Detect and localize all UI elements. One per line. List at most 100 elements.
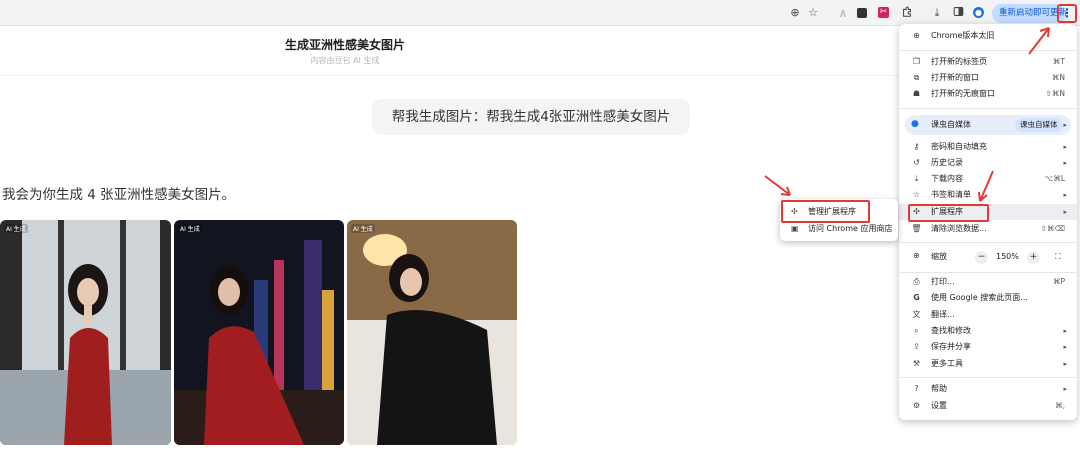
- menu-item-label: 设置: [931, 401, 947, 410]
- extension-c-icon[interactable]: ✂: [878, 7, 889, 18]
- star-icon: ☆: [912, 190, 921, 199]
- chevron-right-icon: ▸: [1063, 360, 1067, 368]
- shortcut-label: ⌥⌘L: [1044, 174, 1065, 183]
- menu-divider: [899, 377, 1077, 378]
- zoom-icon: ⊕: [913, 251, 920, 260]
- menu-item-passwords[interactable]: ⚷ 密码和自动填充 ▸: [899, 139, 1077, 155]
- menu-item-incognito[interactable]: ☗ 打开新的无痕窗口 ⇧⌘N: [899, 86, 1077, 102]
- info-icon: ⊕: [913, 31, 920, 40]
- ai-image-1[interactable]: AI 生成: [0, 220, 171, 445]
- history-icon: ↺: [913, 158, 920, 167]
- shortcut-label: ⌘N: [1051, 73, 1065, 82]
- chevron-right-icon: ▸: [1063, 121, 1067, 129]
- menu-item-settings[interactable]: ⚙ 设置 ⌘,: [899, 398, 1077, 414]
- menu-item-help[interactable]: ? 帮助 ▸: [899, 381, 1077, 397]
- shortcut-label: ⌘P: [1052, 277, 1065, 286]
- conversation-subtitle: 内容由豆包 AI 生成: [310, 56, 380, 65]
- ai-image-2[interactable]: AI 生成: [174, 220, 344, 445]
- chrome-menu-button[interactable]: ⋮: [1057, 4, 1077, 23]
- menu-item-label: 翻译...: [931, 310, 955, 319]
- menu-divider: [899, 108, 1077, 109]
- menu-item-translate[interactable]: 文 翻译...: [899, 307, 1077, 323]
- submenu-item-web-store[interactable]: ▣ 访问 Chrome 应用商店: [780, 221, 898, 237]
- submenu-item-label: 访问 Chrome 应用商店: [808, 224, 893, 233]
- menu-item-label: 清除浏览数据...: [931, 224, 987, 233]
- menu-item-find-edit[interactable]: ⌕ 查找和修改 ▸: [899, 323, 1077, 339]
- menu-item-label: 书签和清单: [931, 190, 971, 199]
- zoom-out-button[interactable]: −: [975, 251, 988, 264]
- bookmark-star-icon[interactable]: ☆: [806, 6, 820, 20]
- fullscreen-icon[interactable]: ⛶: [1055, 248, 1061, 266]
- web-store-icon: ▣: [791, 224, 799, 233]
- shortcut-label: ⌘,: [1055, 401, 1065, 410]
- ai-image-2-art: [174, 220, 344, 445]
- user-message-bubble: 帮我生成图片：帮我生成4张亚洲性感美女图片: [372, 99, 690, 135]
- extension-a-icon[interactable]: ∧: [836, 6, 850, 20]
- menu-item-profile[interactable]: ● 课虫自媒体 课虫自媒体 ▸: [905, 115, 1071, 135]
- conversation-title: 生成亚洲性感美女图片: [284, 38, 405, 52]
- arrow-to-menu-button: [1028, 27, 1050, 55]
- menu-item-new-window[interactable]: ⧉ 打开新的窗口 ⌘N: [899, 70, 1077, 86]
- extension-b-icon[interactable]: [857, 8, 867, 18]
- chevron-right-icon: ▸: [1063, 208, 1067, 216]
- download-icon: ⤓: [914, 174, 919, 183]
- zoom-icon[interactable]: ⊕: [788, 6, 802, 20]
- chrome-main-menu: ⊕ Chrome版本太旧 ❐ 打开新的标签页 ⌘T ⧉ 打开新的窗口 ⌘N ☗ …: [899, 24, 1077, 420]
- ai-image-3-art: [347, 220, 517, 445]
- help-icon: ?: [914, 384, 919, 393]
- shortcut-label: ⇧⌘N: [1045, 89, 1065, 98]
- printer-icon: ⎙: [913, 277, 920, 286]
- menu-item-more-tools[interactable]: ⚒ 更多工具 ▸: [899, 356, 1077, 372]
- menu-item-label: 保存并分享: [931, 342, 971, 351]
- new-tab-icon: ❐: [912, 57, 921, 66]
- download-icon[interactable]: ⤓: [930, 6, 944, 20]
- zoom-in-button[interactable]: +: [1027, 251, 1040, 264]
- trash-icon: 🗑: [911, 224, 922, 233]
- menu-item-label: 缩放: [931, 252, 947, 261]
- extensions-puzzle-icon[interactable]: [900, 6, 914, 20]
- menu-item-label: 打开新的标签页: [931, 57, 987, 66]
- menu-item-label: 打开新的窗口: [931, 73, 979, 82]
- ai-generated-tag: AI 生成: [351, 224, 375, 233]
- menu-item-label: 使用 Google 搜索此页面...: [931, 293, 1028, 302]
- browser-window: ⊕ ☆ ∧ ✂ ⤓ ● 重新启动即可更新 ⋮ 生成亚洲性感美女图片 内容由豆包 …: [0, 0, 1080, 450]
- google-g-icon: G: [913, 293, 920, 302]
- menu-item-label: Chrome版本太旧: [931, 31, 995, 40]
- menu-item-save-share[interactable]: ⇪ 保存并分享 ▸: [899, 339, 1077, 355]
- arrow-to-extensions: [978, 170, 994, 202]
- menu-item-label: 下载内容: [931, 174, 963, 183]
- menu-item-label: 打印...: [931, 277, 955, 286]
- menu-item-label: 打开新的无痕窗口: [931, 89, 995, 98]
- menu-item-google-search[interactable]: G 使用 Google 搜索此页面...: [899, 290, 1077, 306]
- browser-toolbar: ⊕ ☆ ∧ ✂ ⤓ ● 重新启动即可更新 ⋮: [0, 0, 1080, 26]
- side-panel-icon[interactable]: [951, 6, 965, 20]
- update-button[interactable]: 重新启动即可更新: [992, 4, 1066, 23]
- menu-item-label: 课虫自媒体: [931, 120, 971, 129]
- menu-item-label: 历史记录: [931, 158, 963, 167]
- header-divider: [0, 75, 900, 76]
- menu-item-label: 查找和修改: [931, 326, 971, 335]
- menu-item-label: 帮助: [931, 384, 947, 393]
- zoom-level: 150%: [996, 252, 1019, 261]
- ai-generated-tag: AI 生成: [178, 224, 202, 233]
- shortcut-label: ⇧⌘⌫: [1040, 224, 1065, 233]
- extensions-highlight-box: [908, 204, 989, 222]
- ai-image-3[interactable]: AI 生成: [347, 220, 517, 445]
- new-window-icon: ⧉: [913, 73, 920, 82]
- gear-icon: ⚙: [912, 401, 921, 410]
- menu-item-print[interactable]: ⎙ 打印... ⌘P: [899, 274, 1077, 290]
- menu-item-label: 更多工具: [931, 359, 963, 368]
- menu-item-clear-data[interactable]: 🗑 清除浏览数据... ⇧⌘⌫: [899, 221, 1077, 237]
- ai-generated-tag: AI 生成: [4, 224, 28, 233]
- profile-chip: 课虫自媒体: [1015, 118, 1063, 132]
- menu-divider: [899, 272, 1077, 273]
- chevron-right-icon: ▸: [1063, 191, 1067, 199]
- chevron-right-icon: ▸: [1063, 327, 1067, 335]
- profile-icon[interactable]: ●: [973, 7, 984, 18]
- chevron-right-icon: ▸: [1063, 343, 1067, 351]
- save-share-icon: ⇪: [913, 342, 920, 351]
- chevron-right-icon: ▸: [1063, 143, 1067, 151]
- toolbox-icon: ⚒: [912, 359, 921, 368]
- ai-image-1-art: [0, 220, 171, 445]
- translate-icon: 文: [912, 310, 921, 319]
